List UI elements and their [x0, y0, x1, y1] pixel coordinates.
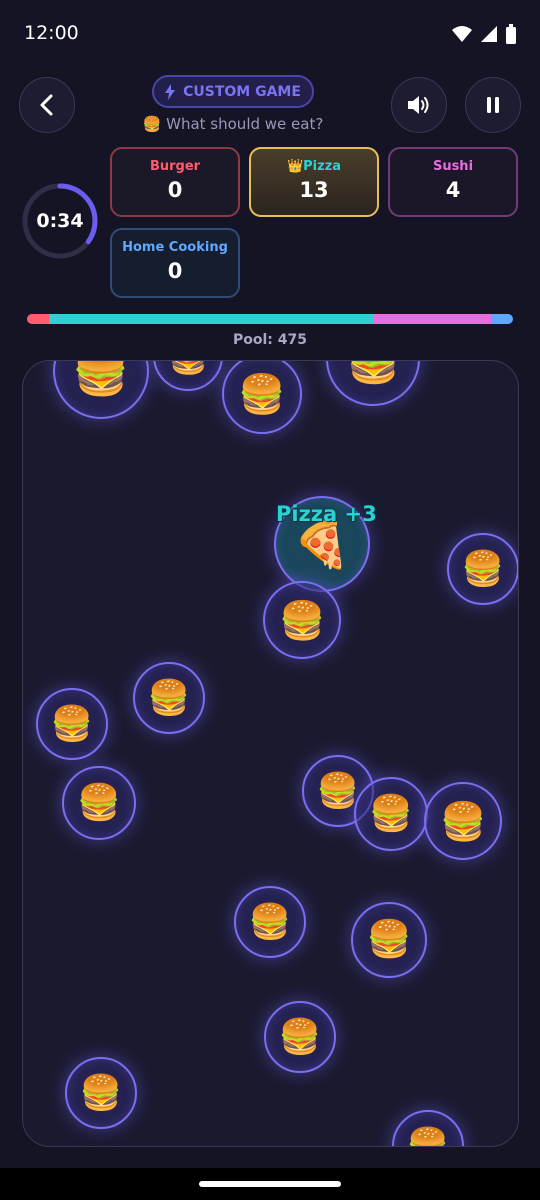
- burger-bubble[interactable]: 🍔: [264, 1001, 336, 1073]
- burger-icon: 🍔: [316, 771, 360, 811]
- burger-bubble[interactable]: 🍔: [222, 361, 302, 434]
- burger-bubble[interactable]: 🍔: [424, 782, 502, 860]
- chevron-left-icon: [40, 94, 53, 116]
- score-name: Home Cooking: [122, 240, 228, 255]
- burger-bubble[interactable]: 🍔: [62, 766, 136, 840]
- timer-text: 0:34: [36, 210, 84, 232]
- score-card-pizza: 👑Pizza 13: [249, 147, 379, 217]
- burger-icon: 🍔: [167, 361, 208, 373]
- badge-label: CUSTOM GAME: [183, 83, 301, 100]
- burger-bubble[interactable]: 🍔: [36, 688, 108, 760]
- score-name: 👑Pizza: [286, 159, 342, 174]
- score-value: 13: [299, 178, 329, 202]
- burger-icon: 🍔: [461, 549, 505, 589]
- burger-icon: 🍔: [278, 598, 326, 642]
- burger-bubble[interactable]: 🍔: [153, 361, 223, 391]
- score-value: 0: [167, 259, 183, 283]
- score-card-burger: Burger 0: [110, 147, 240, 217]
- score-popup: Pizza +3: [276, 502, 377, 526]
- burger-icon: 🍔: [439, 799, 487, 843]
- pool-segment: [27, 314, 49, 324]
- burger-bubble[interactable]: 🍔: [326, 361, 420, 406]
- status-icons: [452, 24, 516, 44]
- burger-icon: 🍔: [278, 1017, 322, 1057]
- score-name: Burger: [149, 159, 201, 174]
- burger-icon: 🍔: [369, 793, 413, 834]
- burger-icon: 🍔: [72, 360, 130, 398]
- pool-segment: [491, 314, 513, 324]
- burger-icon: 🍔: [147, 678, 191, 718]
- lightning-icon: [165, 83, 176, 100]
- battery-icon: [506, 24, 516, 44]
- burger-icon: 🍔: [50, 704, 94, 744]
- pool-segment: [374, 314, 492, 324]
- burger-icon: 🍔: [248, 902, 292, 942]
- pause-button[interactable]: [465, 77, 521, 133]
- burger-bubble[interactable]: 🍔: [65, 1057, 137, 1129]
- burger-bubble[interactable]: 🍔: [263, 581, 341, 659]
- status-time: 12:00: [24, 22, 79, 44]
- pool-segment: [48, 314, 375, 324]
- burger-icon: 🍔: [79, 1073, 123, 1113]
- speaker-icon: [408, 96, 429, 114]
- pool-label: Pool: 475: [233, 332, 307, 348]
- score-value: 4: [445, 178, 461, 202]
- burger-icon: 🍔: [406, 1126, 450, 1147]
- burger-bubble[interactable]: 🍔: [53, 360, 149, 419]
- pizza-icon: 🍕: [293, 517, 351, 571]
- home-handle[interactable]: [199, 1181, 341, 1187]
- burger-icon: 🍔: [77, 782, 121, 823]
- burger-icon: 🍔: [366, 919, 412, 960]
- score-card-home-cooking: Home Cooking 0: [110, 228, 240, 298]
- burger-bubble[interactable]: 🍔: [392, 1110, 464, 1147]
- signal-icon: [481, 26, 497, 42]
- score-value: 0: [167, 178, 183, 202]
- game-arena[interactable]: 🍔🍔🍔🍔🍕🍔🍔🍔🍔🍔🍔🍔🍔🍔🍔🍔🍔🍔: [22, 360, 519, 1147]
- burger-bubble[interactable]: 🍔: [234, 886, 306, 958]
- status-bar: 12:00: [0, 0, 540, 70]
- burger-bubble[interactable]: 🍔: [447, 533, 518, 605]
- pool-progress-bar: [27, 314, 513, 324]
- countdown-timer: 0:34: [21, 182, 99, 260]
- score-name: Sushi: [432, 159, 474, 174]
- score-card-sushi: Sushi 4: [388, 147, 518, 217]
- burger-bubble[interactable]: 🍔: [354, 777, 428, 851]
- pause-icon: [487, 97, 499, 113]
- sound-button[interactable]: [391, 77, 447, 133]
- burger-icon: 🍔: [238, 372, 286, 416]
- wifi-icon: [452, 26, 472, 42]
- burger-bubble[interactable]: 🍔: [351, 902, 427, 978]
- custom-game-badge: CUSTOM GAME: [152, 75, 314, 108]
- burger-bubble[interactable]: 🍔: [133, 662, 205, 734]
- burger-icon: 🍔: [345, 361, 401, 382]
